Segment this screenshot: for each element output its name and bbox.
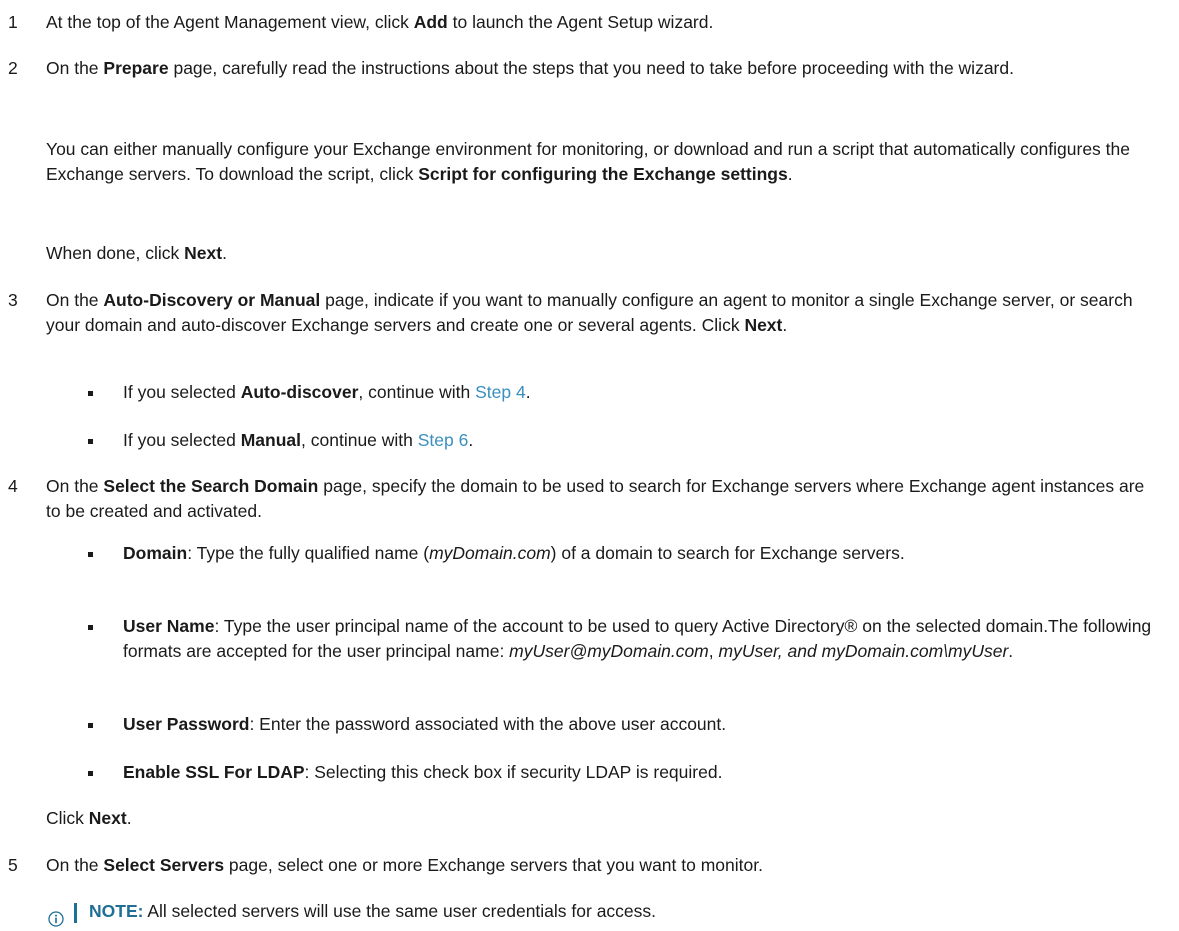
bullet-icon — [88, 771, 93, 776]
step-text: On the Auto-Discovery or Manual page, in… — [46, 290, 1133, 335]
step-4-link[interactable]: Step 4 — [475, 382, 526, 402]
step-text: On the Select the Search Domain page, sp… — [46, 476, 1145, 521]
note-label: NOTE: — [89, 901, 144, 921]
step-number: 2 — [8, 58, 18, 78]
bullet-icon — [88, 439, 93, 444]
step-4-next-paragraph: Click Next. — [46, 808, 132, 828]
step-number: 5 — [8, 855, 18, 875]
bullet-icon — [88, 723, 93, 728]
step-text: On the Select Servers page, select one o… — [46, 855, 763, 875]
info-icon — [48, 911, 64, 927]
step-number: 4 — [8, 476, 18, 496]
step-text: At the top of the Agent Management view,… — [46, 12, 714, 32]
step-number: 1 — [8, 12, 18, 32]
step-number: 3 — [8, 290, 18, 310]
note-callout: NOTE: All selected servers will use the … — [46, 899, 1156, 929]
documentation-page: 1 At the top of the Agent Management vie… — [0, 0, 1179, 931]
step-6-link[interactable]: Step 6 — [418, 430, 469, 450]
step-2-paragraph: You can either manually configure your E… — [46, 139, 1131, 184]
step-text: On the Prepare page, carefully read the … — [46, 58, 1014, 78]
bullet-icon — [88, 552, 93, 557]
bullet-icon — [88, 391, 93, 396]
note-divider — [74, 903, 77, 923]
bullet-icon — [88, 625, 93, 630]
note-text: All selected servers will use the same u… — [143, 901, 657, 921]
step-2-done-paragraph: When done, click Next. — [46, 243, 227, 263]
